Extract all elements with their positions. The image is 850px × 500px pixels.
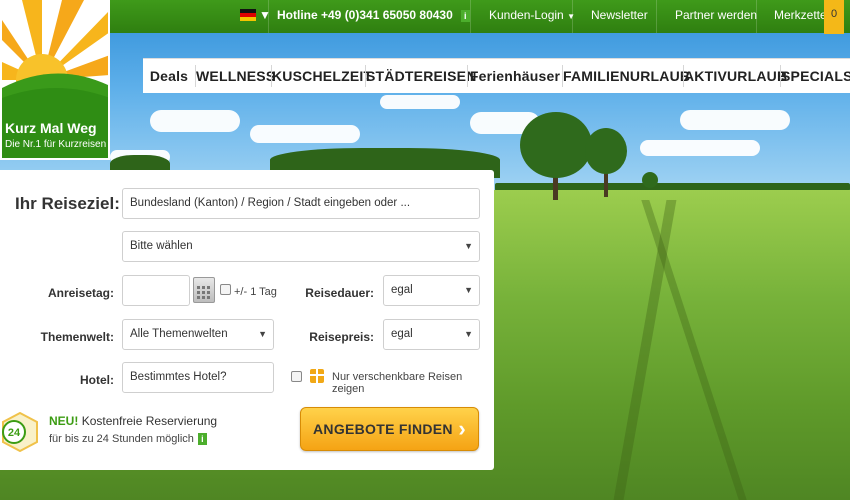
region-select[interactable]: Bitte wählen ▼ [122,231,480,262]
chevron-down-icon: ▼ [258,329,267,339]
tab-staedtereisen[interactable]: STÄDTEREISEN [366,59,476,93]
merkzettel-count-badge[interactable]: 0 [824,0,844,34]
chevron-down-icon: ▼ [464,241,473,251]
duration-label: Reisedauer: [305,286,374,300]
category-nav: Deals WELLNESS KUSCHELZEIT STÄDTEREISEN … [143,58,850,93]
tab-aktivurlaub[interactable]: AKTIVURLAUB [684,59,787,93]
top-bar: ▼ Hotline +49 (0)341 65050 80430 i Kunden… [0,0,850,34]
24-hours-badge-icon: 24 [0,411,40,453]
logo-name: Kurz Mal Weg [5,120,97,136]
divider [470,0,471,33]
giftable-checkbox[interactable] [291,371,302,382]
badge-24-graphic: 24 [1,411,38,453]
cloud [380,95,460,109]
sunburst-graphic [2,0,108,118]
theme-select-value: Alle Themenwelten [130,328,228,340]
chevron-down-icon: ▼ [464,329,473,339]
cloud [640,140,760,156]
divider [756,0,757,33]
region-select-value: Bitte wählen [130,240,193,252]
tab-deals[interactable]: Deals [143,59,195,93]
arrival-label: Anreisetag: [47,286,114,300]
theme-label: Themenwelt: [40,330,114,344]
tab-kuschelzeit[interactable]: KUSCHELZEIT [272,59,372,93]
promo-headline: NEU! Kostenfreie Reservierung [49,414,217,428]
merkzettel-link[interactable]: Merkzettel [774,0,829,33]
kunden-login-link[interactable]: Kunden-Login ▼ [489,0,575,33]
tab-ferienhaeuser[interactable]: Ferienhäuser [468,59,562,93]
tab-specials[interactable]: SPECIALS [781,59,850,93]
flex-day-label: +/- 1 Tag [234,286,277,298]
divider [572,0,573,33]
duration-select-value: egal [391,284,413,296]
divider [268,0,269,33]
kunden-login-label: Kunden-Login [489,8,564,22]
badge-24-text: 24 [8,427,21,439]
hotline-text: Hotline +49 (0)341 65050 80430 i [277,0,470,33]
chevron-right-icon: › [458,416,466,441]
german-flag-icon[interactable] [240,9,256,21]
promo-headline-text: Kostenfreie Reservierung [81,414,218,428]
sun-logo-icon [2,0,108,118]
tab-familienurlaub[interactable]: FAMILIENURLAUB [563,59,690,93]
tree [585,128,627,174]
destination-title: Ihr Reiseziel: [15,194,120,213]
duration-select[interactable]: egal ▼ [383,275,480,306]
theme-select[interactable]: Alle Themenwelten ▼ [122,319,274,350]
gift-icon [310,369,324,383]
newsletter-link[interactable]: Newsletter [591,0,648,33]
chevron-down-icon: ▼ [464,285,473,295]
divider [656,0,657,33]
info-icon[interactable]: i [197,433,207,445]
tree [642,172,658,188]
hotline-label: Hotline +49 (0)341 65050 80430 [277,8,453,22]
promo-subline: für bis zu 24 Stunden möglich i [49,433,207,445]
find-offers-button[interactable]: ANGEBOTE FINDEN › [300,407,479,451]
price-select-value: egal [391,328,413,340]
logo-tagline: Die Nr.1 für Kurzreisen [5,139,107,150]
info-icon[interactable]: i [460,10,470,22]
price-label: Reisepreis: [309,330,374,344]
price-select[interactable]: egal ▼ [383,319,480,350]
partner-link[interactable]: Partner werden [675,0,757,33]
brand-logo[interactable]: Kurz Mal Weg Die Nr.1 für Kurzreisen [0,0,110,160]
promo-new-label: NEU! [49,414,79,428]
cloud [150,110,240,132]
language-dropdown-caret-icon[interactable]: ▼ [259,0,271,33]
giftable-label: Nur verschenkbare Reisen zeigen [332,371,463,395]
arrival-date-input[interactable] [122,275,190,306]
destination-input[interactable]: Bundesland (Kanton) / Region / Stadt ein… [122,188,480,219]
tree [520,112,592,178]
cloud [680,110,790,130]
promo-subline-text: für bis zu 24 Stunden möglich [49,433,194,445]
calendar-icon[interactable] [193,277,215,303]
flex-day-checkbox[interactable] [220,284,231,295]
hotel-input[interactable]: Bestimmtes Hotel? [122,362,274,393]
hotel-label: Hotel: [80,373,114,387]
tab-wellness[interactable]: WELLNESS [196,59,275,93]
find-offers-label: ANGEBOTE FINDEN [313,421,453,437]
cloud [250,125,360,143]
